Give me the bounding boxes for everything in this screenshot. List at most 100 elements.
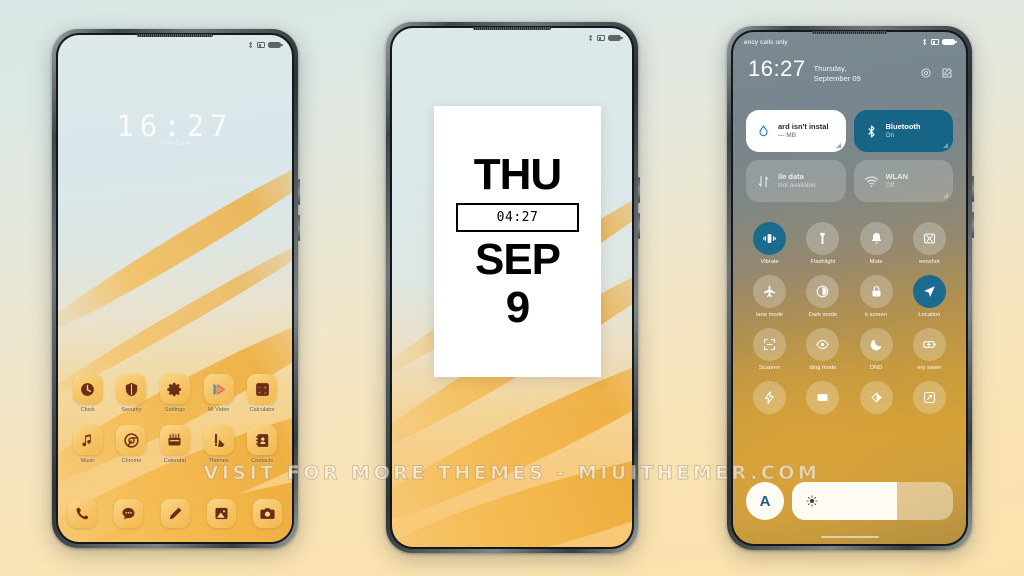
contacts-icon (247, 425, 278, 455)
tile-bluetooth[interactable]: Bluetooth On (853, 110, 953, 152)
toggle-scanner[interactable]: Scanner (743, 328, 796, 371)
phone1-screen: 16:27 ١٦:٢٧ Tue Clock Security Settings … (58, 35, 292, 542)
volume-button[interactable] (638, 177, 640, 203)
power-button[interactable] (972, 212, 974, 238)
toggle-label: Vibrate (760, 259, 779, 265)
tile-title: ile data (778, 172, 804, 182)
themes-icon (203, 425, 234, 455)
edit-icon[interactable] (941, 67, 953, 79)
brightness-slider[interactable] (792, 482, 953, 520)
cast-icon (806, 381, 840, 414)
toggle-label: Location (918, 312, 941, 318)
message-icon[interactable] (114, 499, 144, 528)
gear-icon (159, 374, 190, 404)
big-tiles-row-2: ile data Not available WLAN Off (746, 160, 953, 202)
contrast-icon (806, 275, 840, 308)
water-drop-icon (759, 124, 768, 136)
header-actions (920, 67, 953, 79)
chrome-icon (116, 425, 147, 455)
tile-expand-corner[interactable] (943, 193, 948, 198)
vibrate-icon (753, 222, 787, 255)
app-contacts[interactable]: Contacts (240, 425, 284, 464)
app-grid: Clock Security Settings Mi Video − × + =… (66, 374, 284, 464)
lockscreen-date: ١٦:٢٧ Tue (159, 141, 191, 147)
sun-icon (806, 495, 818, 507)
flashlight-icon (806, 222, 840, 255)
toggle-reading-mode[interactable]: ding mode (796, 328, 849, 371)
card-month: SEP (474, 234, 561, 284)
toggle-dnd[interactable]: DND (850, 328, 903, 371)
moon-icon (859, 328, 893, 361)
app-clock[interactable]: Clock (66, 374, 110, 413)
app-label: Chrome (121, 458, 142, 464)
card-time: 04:27 (456, 202, 579, 232)
bluetooth-icon (923, 38, 926, 46)
toggle-dark-mode[interactable]: Dark mode (796, 275, 849, 318)
phone-control-center: ency calls only 16:27 Thursday, Septembe… (727, 26, 974, 550)
tile-text: WLAN Off (886, 172, 909, 190)
toggle-location[interactable]: Location (903, 275, 956, 318)
earpiece-speaker (472, 27, 552, 30)
app-label: Mi Video (207, 407, 230, 413)
status-bar-icons (588, 34, 623, 42)
toggle-label: ery saver (917, 365, 942, 371)
auto-brightness-button[interactable]: A (746, 482, 784, 520)
app-security[interactable]: Security (110, 374, 154, 413)
app-settings[interactable]: Settings (153, 374, 197, 413)
toggle-rotate[interactable] (903, 381, 956, 418)
phone-icon[interactable] (68, 499, 97, 528)
tile-title: Bluetooth (885, 122, 921, 132)
app-label: Clock (80, 407, 95, 413)
power-button[interactable] (298, 215, 300, 241)
app-calendar[interactable]: Calendar (153, 425, 197, 464)
tile-text: Bluetooth On (886, 122, 921, 140)
toggle-vibrate[interactable]: Vibrate (743, 222, 796, 265)
toggle-label: lane mode (756, 312, 784, 318)
phone1-bezel: 16:27 ١٦:٢٧ Tue Clock Security Settings … (56, 33, 294, 544)
pencil-icon[interactable] (160, 499, 190, 528)
toggle-airplane-mode[interactable]: lane mode (743, 275, 796, 318)
tile-expand-corner[interactable] (835, 143, 841, 148)
tile-subtitle: — MB (778, 131, 797, 139)
app-mi-video[interactable]: Mi Video (197, 374, 241, 413)
status-bar: ency calls only (733, 32, 966, 52)
toggle-sync-color[interactable] (850, 381, 903, 418)
toggle-lightning[interactable] (743, 381, 796, 418)
toggle-flashlight[interactable]: Flashlight (796, 222, 849, 265)
bell-icon (859, 222, 893, 255)
date-card-widget: THU 04:27 SEP 9 (434, 106, 601, 377)
rotate-icon (912, 381, 946, 414)
card-day-number: 9 (505, 283, 531, 333)
location-arrow-icon (912, 275, 946, 308)
camera-icon[interactable] (253, 499, 282, 528)
control-center-header: 16:27 Thursday, September 09 (748, 58, 953, 84)
app-themes[interactable]: Themes (197, 425, 241, 464)
gallery-icon[interactable] (206, 499, 236, 528)
volume-button[interactable] (298, 179, 300, 205)
toggle-label: Dark mode (808, 312, 838, 318)
tile-expand-corner[interactable] (943, 143, 948, 148)
toggle-screenshot[interactable]: eenshot (903, 222, 956, 265)
airplane-icon (753, 275, 787, 308)
toggle-battery-saver[interactable]: ery saver (903, 328, 956, 371)
scan-icon (753, 328, 787, 361)
toggle-mute[interactable]: Mute (850, 222, 903, 265)
home-indicator[interactable] (820, 535, 879, 538)
volume-button[interactable] (972, 176, 974, 202)
settings-gear-icon[interactable] (920, 67, 932, 79)
power-button[interactable] (638, 213, 640, 239)
phone2-bezel: THU 04:27 SEP 9 (390, 26, 634, 549)
earpiece-speaker (811, 31, 888, 34)
alarm-icon (256, 42, 265, 48)
toggle-cast[interactable] (796, 381, 849, 418)
app-music[interactable]: Music (66, 425, 110, 464)
app-chrome[interactable]: Chrome (110, 425, 154, 464)
tile-wlan[interactable]: WLAN Off (853, 160, 953, 202)
eye-icon (806, 328, 840, 361)
tile-storage[interactable]: ard isn't instal — MB (746, 110, 846, 152)
app-label: Calendar (163, 458, 187, 464)
tile-mobile-data[interactable]: ile data Not available (746, 160, 846, 202)
toggle-label: k screen (865, 312, 888, 318)
toggle-lock-screen[interactable]: k screen (850, 275, 903, 318)
app-calculator[interactable]: − × + = Calculator (240, 374, 284, 413)
